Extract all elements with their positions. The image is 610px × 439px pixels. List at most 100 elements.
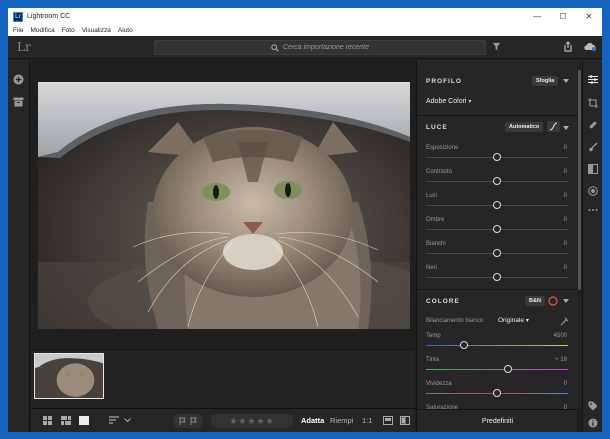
star-rating[interactable]: ★★★★★ <box>211 414 293 428</box>
profile-collapse-chevron-icon[interactable] <box>563 79 569 83</box>
light-slider-value[interactable]: 0 <box>564 145 567 151</box>
lr-logo: Lr <box>17 40 31 54</box>
photo-canvas[interactable] <box>31 60 415 349</box>
menu-bar: File Modifica Foto Visualizza Aiuto <box>8 25 602 36</box>
menu-visualizza[interactable]: Visualizza <box>82 27 111 34</box>
title-bar: Lr Lightroom CC — ☐ ✕ <box>8 8 602 25</box>
grid-square-view-icon[interactable] <box>43 416 53 425</box>
color-slider-value[interactable]: 4500 <box>554 333 567 339</box>
curve-icon <box>549 122 558 131</box>
color-slider-knob[interactable] <box>460 341 469 349</box>
bottom-bar: ★★★★★ Adatta Riempi 1:1 <box>31 408 415 432</box>
top-bar: Lr Cerca importazione recente <box>8 36 602 59</box>
browse-profiles-button[interactable]: Sfoglia <box>532 76 559 86</box>
light-slider-knob[interactable] <box>493 225 501 233</box>
library-icon[interactable] <box>13 97 24 107</box>
cloud-sync-icon[interactable] <box>583 42 596 51</box>
light-slider-label: Neri <box>426 265 438 271</box>
sort-chevron-down-icon[interactable] <box>124 418 131 423</box>
bw-button[interactable]: B&N <box>525 296 545 306</box>
filmstrip <box>31 349 415 408</box>
radial-gradient-icon[interactable] <box>588 186 598 196</box>
color-slider-knob[interactable] <box>504 365 513 373</box>
color-slider-value[interactable]: 0 <box>564 381 567 387</box>
wb-value: Originale <box>498 317 525 324</box>
color-section-title: COLORE <box>426 298 460 305</box>
light-slider-knob[interactable] <box>493 249 501 257</box>
light-slider-label: Esposizione <box>426 145 459 151</box>
light-slider-value[interactable]: 0 <box>564 265 567 271</box>
light-slider-label: Bianchi <box>426 241 446 247</box>
divider <box>417 115 577 116</box>
healing-brush-icon[interactable] <box>588 120 598 130</box>
light-section-title: LUCE <box>426 124 448 131</box>
auto-button[interactable]: Automatico <box>505 122 544 132</box>
crop-icon[interactable] <box>588 98 598 108</box>
filter-icon[interactable] <box>492 42 501 51</box>
color-collapse-chevron-icon[interactable] <box>563 299 569 303</box>
linear-gradient-icon[interactable] <box>588 164 598 174</box>
divider <box>417 289 577 290</box>
photo-thumbnail[interactable] <box>34 353 104 399</box>
light-slider-label: Contrasto <box>426 169 453 175</box>
light-slider-label: Luci <box>426 193 438 199</box>
color-slider-value[interactable]: + 18 <box>555 357 567 363</box>
edit-sliders-icon[interactable] <box>588 75 598 84</box>
color-slider-label: Tinta <box>426 357 440 363</box>
flag-reject-icon[interactable] <box>190 417 197 425</box>
share-icon[interactable] <box>563 41 573 52</box>
light-slider-value[interactable]: 0 <box>564 241 567 247</box>
light-slider-value[interactable]: 0 <box>564 169 567 175</box>
flag-pick-icon[interactable] <box>179 417 186 425</box>
sort-icon[interactable] <box>109 416 119 424</box>
presets-button[interactable]: Predefiniti <box>417 409 577 432</box>
wb-label: Bilanciamento bianco <box>426 318 484 324</box>
info-icon[interactable] <box>588 418 598 428</box>
menu-modifica[interactable]: Modifica <box>30 27 54 34</box>
light-slider-label: Ombre <box>426 217 445 223</box>
zoom-fill-button[interactable]: Riempi <box>330 416 353 425</box>
light-slider-knob[interactable] <box>493 273 501 281</box>
color-slider-track[interactable] <box>426 369 568 370</box>
light-slider-value[interactable]: 0 <box>564 217 567 223</box>
brush-icon[interactable] <box>588 142 598 152</box>
profile-value: Adobe Colori <box>426 98 467 105</box>
add-photos-icon[interactable] <box>13 74 24 85</box>
eyedropper-icon[interactable] <box>560 317 569 326</box>
light-slider-knob[interactable] <box>493 177 501 185</box>
profile-chevron-icon: ▾ <box>468 99 472 105</box>
search-input[interactable]: Cerca importazione recente <box>154 40 486 55</box>
color-slider-knob[interactable] <box>493 389 501 397</box>
grid-photo-view-icon[interactable] <box>61 416 71 425</box>
maximize-button[interactable]: ☐ <box>550 8 576 25</box>
flag-controls <box>173 414 203 428</box>
menu-aiuto[interactable]: Aiuto <box>118 27 133 34</box>
tag-icon[interactable] <box>588 401 598 411</box>
light-slider-value[interactable]: 0 <box>564 193 567 199</box>
profile-dropdown[interactable]: Adobe Colori ▾ <box>426 98 471 105</box>
wb-dropdown[interactable]: Originale ▾ <box>498 317 529 324</box>
minimize-button[interactable]: — <box>524 8 550 25</box>
zoom-fit-button[interactable]: Adatta <box>301 416 324 425</box>
edit-panel: PROFILO Sfoglia Adobe Colori ▾ LUCE Auto… <box>416 60 577 432</box>
search-icon <box>271 43 279 52</box>
before-after-icon[interactable] <box>400 416 410 425</box>
more-options-icon[interactable] <box>588 208 598 212</box>
tone-curve-button[interactable] <box>547 121 560 132</box>
detail-view-icon[interactable] <box>79 416 89 425</box>
light-slider-knob[interactable] <box>493 153 501 161</box>
zoom-1to1-button[interactable]: 1:1 <box>362 416 372 425</box>
close-button[interactable]: ✕ <box>576 8 602 25</box>
color-mixer-icon[interactable] <box>548 296 558 306</box>
light-collapse-chevron-icon[interactable] <box>563 126 569 130</box>
search-placeholder: Cerca importazione recente <box>283 44 369 51</box>
compare-view-icon[interactable] <box>383 416 393 425</box>
scrollbar-thumb[interactable] <box>578 70 581 290</box>
color-slider-track[interactable] <box>426 345 568 346</box>
menu-foto[interactable]: Foto <box>62 27 75 34</box>
menu-file[interactable]: File <box>13 27 23 34</box>
app-window: Lr Lightroom CC — ☐ ✕ File Modifica Foto… <box>8 8 602 432</box>
window-title: Lightroom CC <box>27 13 71 20</box>
light-slider-knob[interactable] <box>493 201 501 209</box>
right-rail <box>582 60 602 432</box>
